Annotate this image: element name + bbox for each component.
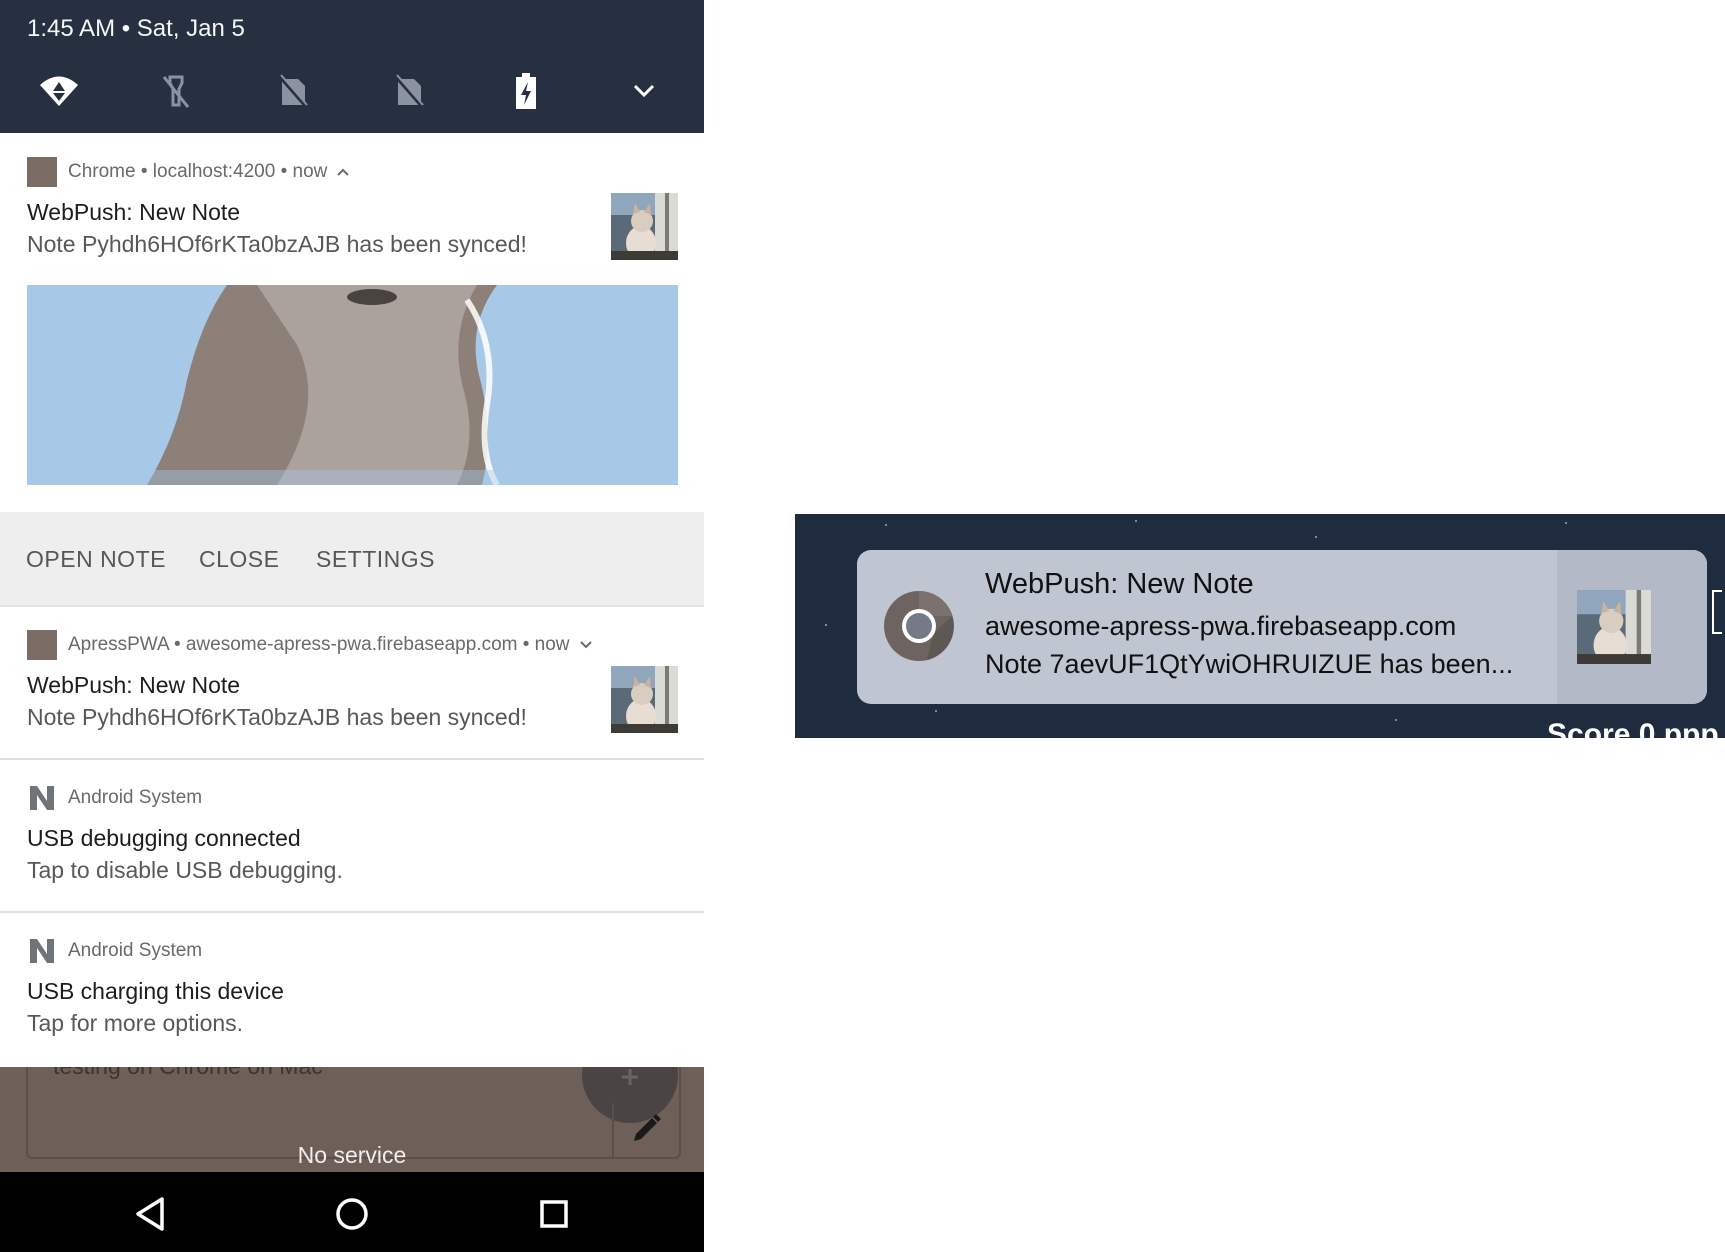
chrome-app-icon: [27, 157, 57, 187]
partial-window-edge: [1712, 590, 1722, 634]
home-icon[interactable]: [330, 1192, 374, 1236]
navigation-bar: [0, 1172, 704, 1252]
notification-text: Note Pyhdh6HOf6rKTa0bzAJB has been synce…: [27, 231, 527, 257]
chevron-down-icon[interactable]: [621, 68, 667, 114]
background-speck: [825, 624, 827, 626]
background-speck: [1395, 719, 1397, 721]
notification-big-image: [27, 285, 678, 485]
notification-header: Chrome • localhost:4200 • now: [27, 157, 350, 187]
plus-icon: [622, 1069, 638, 1085]
mac-notification-body: Note 7aevUF1QtYwiOHRUIZUE has been...: [985, 649, 1514, 679]
usb-debugging-notification[interactable]: Android System USB debugging connected T…: [0, 760, 704, 911]
apresspwa-app-icon: [27, 630, 57, 660]
cat-thumbnail-image: [611, 193, 678, 260]
underlying-app-dimmed: testing on Chrome on Mac No service: [0, 1067, 704, 1172]
chrome-notification[interactable]: Chrome • localhost:4200 • now WebPush: N…: [0, 133, 704, 512]
notification-title: WebPush: New Note: [27, 672, 241, 698]
mac-notification-title: WebPush: New Note: [985, 568, 1254, 600]
no-service-label: No service: [297, 1142, 407, 1168]
status-time-date: 1:45 AM • Sat, Jan 5: [27, 15, 245, 42]
settings-button[interactable]: SETTINGS: [316, 546, 435, 573]
open-note-button[interactable]: OPEN NOTE: [26, 546, 166, 573]
mac-desktop-region: WebPush: New Note awesome-apress-pwa.fir…: [795, 514, 1725, 738]
android-n-icon: [30, 939, 54, 963]
partial-background-text: Score 0 ppp: [1547, 718, 1719, 738]
notification-title: USB charging this device: [27, 978, 284, 1004]
background-speck: [1315, 536, 1317, 538]
close-button[interactable]: CLOSE: [199, 546, 279, 573]
flashlight-off-icon[interactable]: [153, 68, 199, 114]
background-speck: [1565, 522, 1567, 524]
notification-header: Android System: [27, 783, 202, 813]
apresspwa-notification[interactable]: ApressPWA • awesome-apress-pwa.firebasea…: [0, 607, 704, 758]
cat-thumbnail-image: [611, 666, 678, 733]
mac-notification-card[interactable]: WebPush: New Note awesome-apress-pwa.fir…: [857, 550, 1707, 704]
background-speck: [1135, 520, 1137, 522]
mac-notification-origin: awesome-apress-pwa.firebaseapp.com: [985, 611, 1457, 641]
notification-app-info: ApressPWA • awesome-apress-pwa.firebasea…: [68, 634, 570, 655]
android-notification-shade: 1:45 AM • Sat, Jan 5 Chrome • localhost:…: [0, 0, 704, 1252]
pencil-icon: [634, 1114, 661, 1141]
background-speck: [935, 710, 937, 712]
notification-app-info: Chrome • localhost:4200 • now: [68, 161, 328, 182]
android-n-icon: [30, 786, 54, 810]
cat-thumbnail-image: [1577, 590, 1651, 664]
notification-title: USB debugging connected: [27, 825, 301, 851]
notification-text: Note Pyhdh6HOf6rKTa0bzAJB has been synce…: [27, 704, 527, 730]
notification-header: Android System: [27, 936, 202, 966]
background-speck: [885, 524, 887, 526]
notification-text: Tap for more options.: [27, 1010, 244, 1036]
battery-charging-icon[interactable]: [503, 68, 549, 114]
recents-icon[interactable]: [532, 1192, 576, 1236]
chevron-up-icon[interactable]: [336, 167, 350, 177]
notification-app-info: Android System: [68, 940, 203, 961]
no-sim-icon[interactable]: [386, 68, 432, 114]
notification-app-info: Android System: [68, 787, 203, 808]
back-icon[interactable]: [128, 1192, 172, 1236]
no-sim-icon[interactable]: [270, 68, 316, 114]
chevron-down-icon[interactable]: [579, 640, 593, 650]
notification-text: Tap to disable USB debugging.: [27, 857, 343, 883]
chrome-icon: [883, 590, 955, 662]
notification-title: WebPush: New Note: [27, 199, 241, 225]
usb-charging-notification[interactable]: Android System USB charging this device …: [0, 913, 704, 1067]
notification-header: ApressPWA • awesome-apress-pwa.firebasea…: [27, 630, 593, 660]
quick-settings-row: [0, 68, 704, 114]
notification-actions: OPEN NOTE CLOSE SETTINGS: [0, 512, 704, 605]
wifi-icon[interactable]: [36, 68, 82, 114]
quick-settings-header: 1:45 AM • Sat, Jan 5: [0, 0, 704, 133]
